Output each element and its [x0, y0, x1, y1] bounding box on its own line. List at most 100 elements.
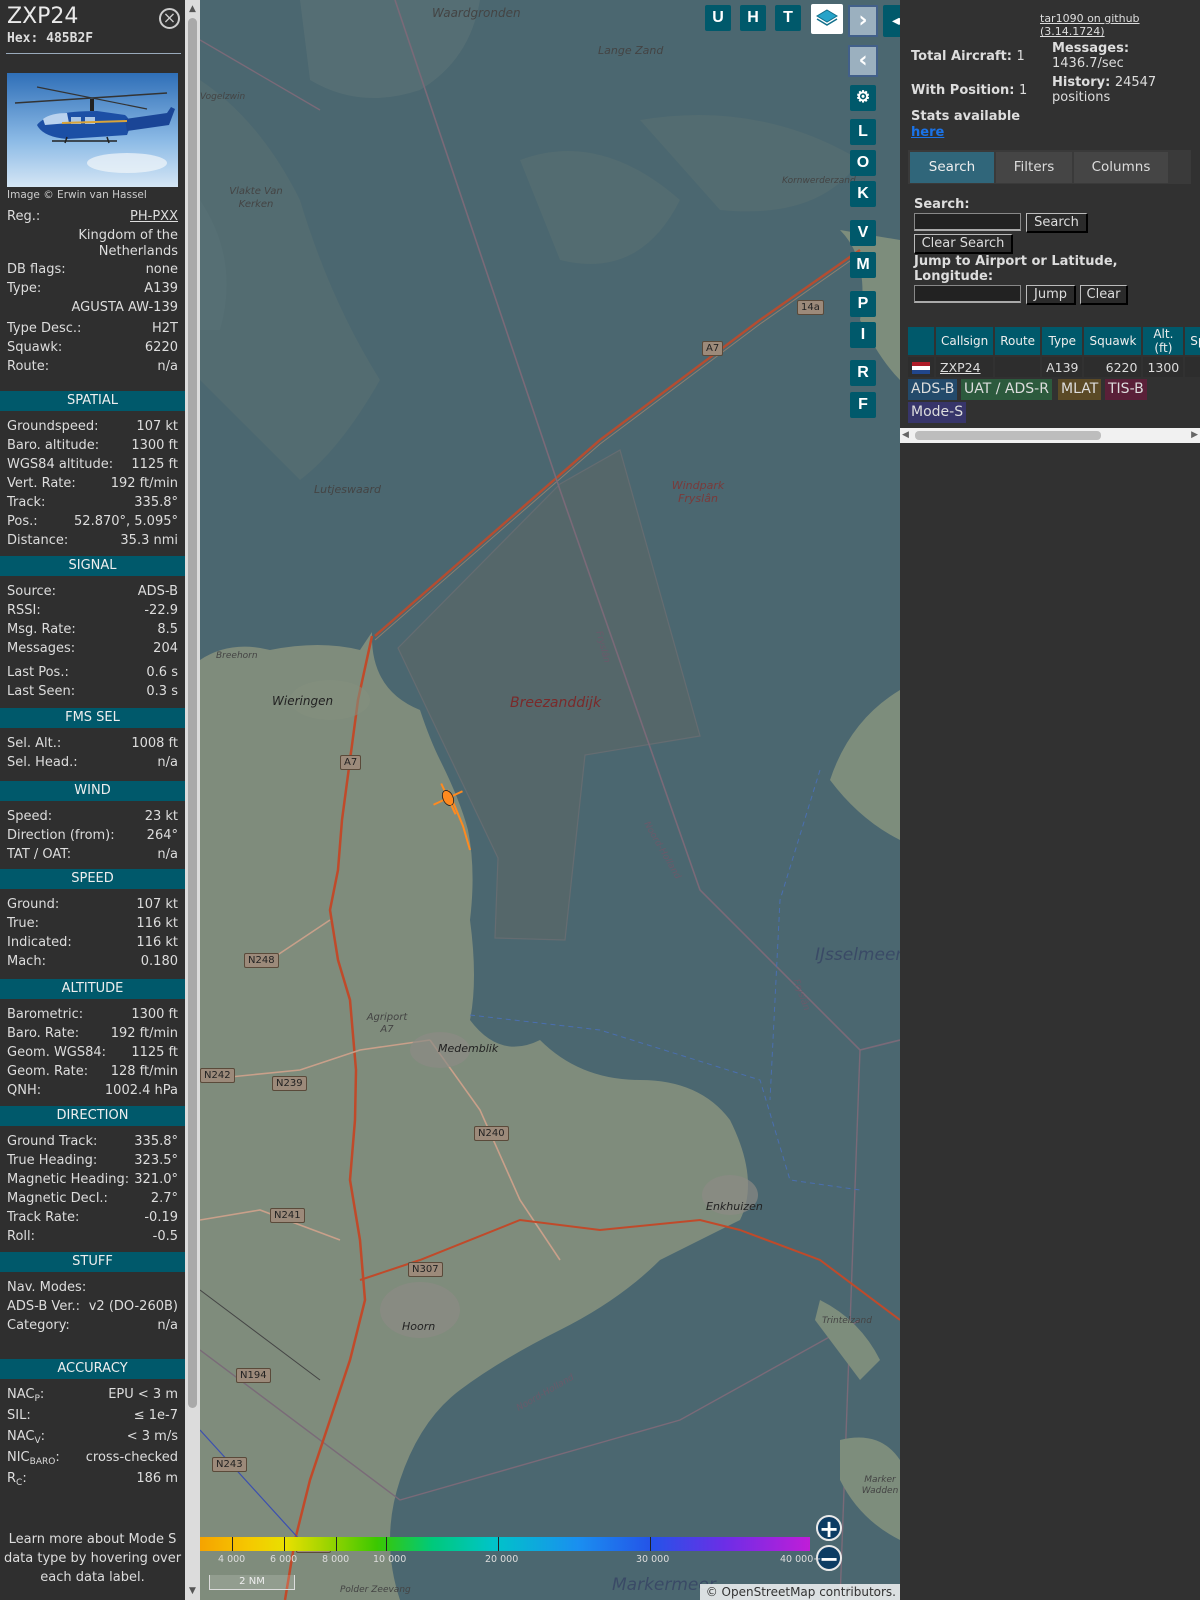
- data-label[interactable]: Track Rate:: [7, 1209, 79, 1227]
- section-header-speed[interactable]: SPEED: [0, 869, 185, 889]
- expand-sidebar-icon[interactable]: ◂▸: [883, 5, 900, 37]
- section-header-spatial[interactable]: SPATIAL: [0, 391, 185, 411]
- data-label[interactable]: SIL:: [7, 1407, 31, 1425]
- map-toggle-button-o[interactable]: O: [850, 150, 876, 176]
- section-header-stuff[interactable]: STUFF: [0, 1252, 185, 1272]
- data-label[interactable]: Geom. WGS84:: [7, 1044, 106, 1062]
- tab-filters[interactable]: Filters: [996, 152, 1072, 183]
- map-toggle-button-p[interactable]: P: [850, 291, 876, 317]
- data-label[interactable]: Baro. altitude:: [7, 437, 99, 455]
- column-header-speed[interactable]: Spd.: [1185, 327, 1200, 355]
- section-header-wind[interactable]: WIND: [0, 781, 185, 801]
- tab-search[interactable]: Search: [910, 152, 994, 183]
- scrollbar-thumb[interactable]: [915, 431, 1101, 440]
- map-canvas[interactable]: [200, 0, 900, 1600]
- map-view[interactable]: Waardgronden Lange Zand Vlakte Van Kerken V…: [200, 0, 900, 1600]
- data-label[interactable]: RSSI:: [7, 602, 41, 620]
- scroll-left-arrow-icon[interactable]: ◀: [902, 428, 909, 443]
- layers-button[interactable]: [811, 4, 843, 34]
- section-header-fms-sel[interactable]: FMS SEL: [0, 708, 185, 728]
- column-header-altitude[interactable]: Alt. (ft): [1143, 327, 1184, 355]
- jump-input[interactable]: [914, 285, 1021, 303]
- zoom-in-button[interactable]: +: [816, 1515, 842, 1542]
- data-label[interactable]: Magnetic Decl.:: [7, 1190, 108, 1208]
- data-label[interactable]: Distance:: [7, 532, 68, 550]
- data-label[interactable]: Roll:: [7, 1228, 35, 1246]
- search-button[interactable]: Search: [1026, 213, 1088, 233]
- data-label[interactable]: Sel. Head.:: [7, 754, 78, 772]
- column-header-route[interactable]: Route: [995, 327, 1041, 355]
- data-label[interactable]: RC:: [7, 1470, 27, 1492]
- data-label[interactable]: True:: [7, 915, 39, 933]
- section-header-accuracy[interactable]: ACCURACY: [0, 1359, 185, 1379]
- data-label[interactable]: Barometric:: [7, 1006, 83, 1024]
- map-toggle-button-k[interactable]: K: [850, 181, 876, 207]
- data-label[interactable]: Baro. Rate:: [7, 1025, 79, 1043]
- map-attribution[interactable]: © OpenStreetMap contributors.: [700, 1584, 900, 1600]
- search-input[interactable]: [914, 213, 1021, 231]
- data-label[interactable]: Speed:: [7, 808, 52, 826]
- data-label[interactable]: Geom. Rate:: [7, 1063, 88, 1081]
- data-label[interactable]: Nav. Modes:: [7, 1279, 86, 1297]
- column-header-type[interactable]: Type: [1042, 327, 1083, 355]
- data-label[interactable]: Category:: [7, 1317, 70, 1335]
- data-label[interactable]: NACV:: [7, 1428, 45, 1450]
- data-label[interactable]: True Heading:: [7, 1152, 97, 1170]
- column-header-squawk[interactable]: Squawk: [1084, 327, 1142, 355]
- section-header-altitude[interactable]: ALTITUDE: [0, 979, 185, 999]
- data-label[interactable]: Messages:: [7, 640, 75, 658]
- data-label[interactable]: Groundspeed:: [7, 418, 98, 436]
- data-label[interactable]: Last Pos.:: [7, 664, 69, 682]
- scroll-up-arrow-icon[interactable]: ▲: [185, 2, 200, 17]
- data-label[interactable]: Track:: [7, 494, 45, 512]
- settings-gear-icon[interactable]: ⚙: [850, 85, 876, 111]
- section-header-signal[interactable]: SIGNAL: [0, 556, 185, 576]
- stats-here-link[interactable]: here: [911, 125, 944, 140]
- section-header-direction[interactable]: DIRECTION: [0, 1106, 185, 1126]
- helicopter-icon[interactable]: [428, 778, 468, 818]
- registration-link[interactable]: PH-PXX: [130, 208, 178, 226]
- column-header-flag[interactable]: [908, 327, 934, 355]
- data-label[interactable]: Direction (from):: [7, 827, 115, 845]
- close-icon[interactable]: ×: [159, 8, 180, 29]
- data-label[interactable]: Sel. Alt.:: [7, 735, 61, 753]
- layer-button-t[interactable]: T: [775, 5, 801, 31]
- data-label[interactable]: Magnetic Heading:: [7, 1171, 129, 1189]
- table-row[interactable]: ZXP24 A139 6220 1300: [908, 357, 1200, 377]
- map-toggle-button-r[interactable]: R: [850, 360, 876, 386]
- data-label[interactable]: Indicated:: [7, 934, 72, 952]
- aircraft-photo[interactable]: [7, 73, 178, 187]
- table-horizontal-scrollbar[interactable]: ◀ ▶: [900, 428, 1200, 443]
- data-label[interactable]: Pos.:: [7, 513, 38, 531]
- chevron-left-icon[interactable]: ‹: [848, 45, 878, 77]
- chevron-right-icon[interactable]: ›: [848, 5, 878, 37]
- data-label[interactable]: WGS84 altitude:: [7, 456, 113, 474]
- data-label[interactable]: Mach:: [7, 953, 46, 971]
- column-header-callsign[interactable]: Callsign: [936, 327, 994, 355]
- data-label[interactable]: NICBARO:: [7, 1449, 60, 1471]
- clear-search-button[interactable]: Clear Search: [914, 234, 1013, 254]
- github-link[interactable]: tar1090 on github (3.14.1724): [1040, 12, 1200, 38]
- data-label[interactable]: NACP:: [7, 1386, 44, 1408]
- layer-button-u[interactable]: U: [705, 5, 731, 31]
- data-label[interactable]: Ground Track:: [7, 1133, 97, 1151]
- map-toggle-button-m[interactable]: M: [850, 252, 876, 278]
- map-toggle-button-i[interactable]: I: [850, 322, 876, 348]
- data-label[interactable]: Vert. Rate:: [7, 475, 76, 493]
- scroll-right-arrow-icon[interactable]: ▶: [1191, 428, 1198, 443]
- data-label[interactable]: QNH:: [7, 1082, 41, 1100]
- map-toggle-button-l[interactable]: L: [850, 119, 876, 145]
- data-label[interactable]: Ground:: [7, 896, 59, 914]
- scrollbar-thumb[interactable]: [188, 18, 197, 1408]
- data-label[interactable]: Source:: [7, 583, 56, 601]
- data-label[interactable]: TAT / OAT:: [7, 846, 71, 864]
- map-toggle-button-f[interactable]: F: [850, 392, 876, 418]
- data-label[interactable]: Last Seen:: [7, 683, 75, 701]
- data-label[interactable]: ADS-B Ver.:: [7, 1298, 80, 1316]
- jump-button[interactable]: Jump: [1026, 285, 1076, 305]
- tab-columns[interactable]: Columns: [1074, 152, 1168, 183]
- sidebar-scrollbar[interactable]: ▲ ▼: [185, 0, 200, 1600]
- data-label[interactable]: Msg. Rate:: [7, 621, 76, 639]
- layer-button-h[interactable]: H: [740, 5, 766, 31]
- map-toggle-button-v[interactable]: V: [850, 220, 876, 246]
